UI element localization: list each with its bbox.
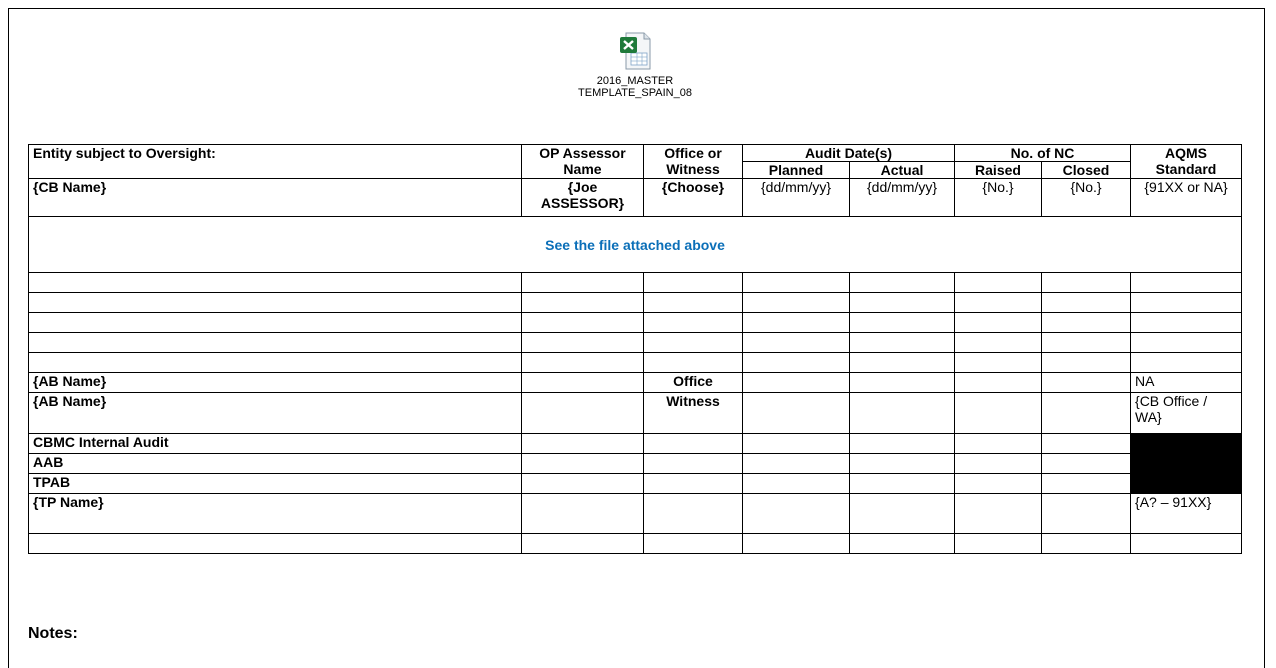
cell-office-choose: {Choose} bbox=[643, 178, 743, 217]
attachment-name-line2: TEMPLATE_SPAIN_08 bbox=[578, 87, 692, 99]
blank-row bbox=[28, 292, 1243, 313]
blank-row bbox=[28, 533, 1243, 554]
blank-row bbox=[28, 352, 1243, 373]
row-cbmc: CBMC Internal Audit bbox=[28, 433, 1243, 494]
header-actual: Actual bbox=[849, 161, 955, 179]
header-closed: Closed bbox=[1040, 161, 1132, 179]
excel-file-icon[interactable] bbox=[617, 31, 653, 71]
oversight-table: Entity subject to Oversight: OP Assessor… bbox=[27, 144, 1243, 554]
notes-heading: Notes: bbox=[28, 625, 78, 642]
cell-actual-date: {dd/mm/yy} bbox=[849, 178, 955, 217]
cell-tp-name: {TP Name} bbox=[28, 493, 522, 534]
cell-raised-count: {No.} bbox=[954, 178, 1042, 217]
row-ab-witness: {AB Name} Witness {CB Office / WA} bbox=[28, 392, 1243, 434]
blank-row bbox=[28, 272, 1243, 293]
cell-op-assessor: {Joe ASSESSOR} bbox=[521, 178, 644, 217]
cell-aqms-na: NA bbox=[1130, 372, 1243, 393]
header-raised: Raised bbox=[954, 161, 1042, 179]
header-aqms-standard: AQMS Standard bbox=[1130, 144, 1243, 179]
cell-office: Office bbox=[643, 372, 743, 393]
row-aab: AAB bbox=[28, 453, 1242, 474]
see-attached-banner: See the file attached above bbox=[27, 216, 1243, 273]
header-audit-dates: Audit Date(s) bbox=[742, 144, 955, 162]
cell-aab: AAB bbox=[28, 453, 522, 474]
header-row: Entity subject to Oversight: OP Assessor… bbox=[28, 144, 1243, 179]
header-no-of-nc: No. of NC bbox=[953, 144, 1132, 162]
banner-row: See the file attached above bbox=[27, 216, 1243, 273]
cell-tpab: TPAB bbox=[28, 473, 522, 494]
blank-row bbox=[28, 312, 1243, 333]
cell-witness: Witness bbox=[643, 392, 743, 434]
row-tpab: TPAB bbox=[28, 473, 1242, 494]
header-office-witness: Office or Witness bbox=[643, 144, 743, 179]
cell-planned-date: {dd/mm/yy} bbox=[742, 178, 850, 217]
blank-row bbox=[28, 332, 1243, 353]
cell-ab-name: {AB Name} bbox=[28, 392, 522, 434]
cell-aqms: {91XX or NA} bbox=[1130, 178, 1243, 217]
cell-aqms-cb-office: {CB Office / WA} bbox=[1130, 392, 1243, 434]
header-entity: Entity subject to Oversight: bbox=[28, 144, 522, 179]
cell-closed-count: {No.} bbox=[1040, 178, 1132, 217]
attachment-name[interactable]: 2016_MASTER TEMPLATE_SPAIN_08 bbox=[560, 75, 710, 99]
row-ab-office: {AB Name} Office NA bbox=[28, 372, 1243, 393]
cell-ab-name: {AB Name} bbox=[28, 372, 522, 393]
attachment-name-line1: 2016_MASTER bbox=[596, 75, 674, 87]
cell-aqms-tp: {A? – 91XX} bbox=[1130, 493, 1243, 534]
header-op-assessor: OP Assessor Name bbox=[521, 144, 644, 179]
cell-cbmc-internal-audit: CBMC Internal Audit bbox=[28, 433, 522, 454]
redacted-block bbox=[1130, 433, 1243, 494]
row-cb: {CB Name} {Joe ASSESSOR} {Choose} {dd/mm… bbox=[28, 178, 1243, 217]
row-tp: {TP Name} {A? – 91XX} bbox=[28, 493, 1243, 534]
cell-cb-name: {CB Name} bbox=[28, 178, 522, 217]
attachment[interactable]: 2016_MASTER TEMPLATE_SPAIN_08 bbox=[560, 31, 710, 99]
header-planned: Planned bbox=[742, 161, 850, 179]
